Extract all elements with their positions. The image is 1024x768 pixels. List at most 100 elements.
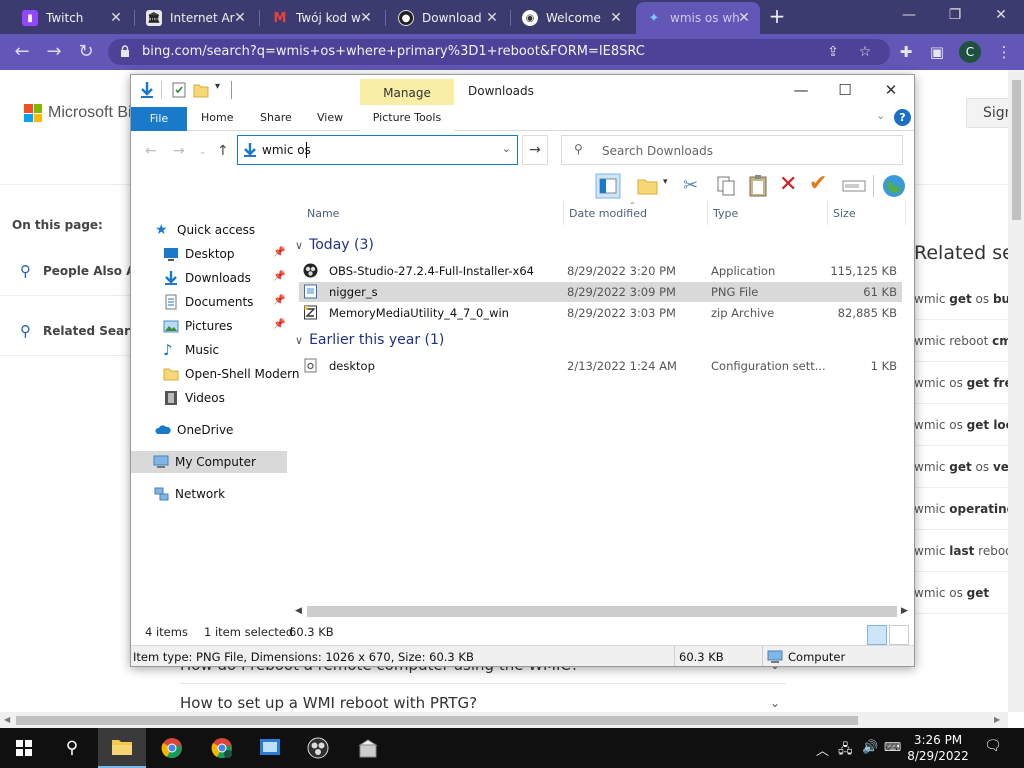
file-list-horizontal-scrollbar[interactable]: ◀ ▶ <box>293 603 913 619</box>
minimize-button[interactable]: — <box>781 79 821 101</box>
taskbar-app[interactable] <box>246 728 294 768</box>
tab-file[interactable]: File <box>131 107 187 131</box>
pin-icon[interactable]: 📌 <box>273 247 285 258</box>
table-row[interactable]: desktop 2/13/2022 1:24 AM Configuration … <box>299 356 902 376</box>
close-icon[interactable]: ✕ <box>484 10 500 26</box>
side-panel-icon[interactable]: ▣ <box>927 42 947 62</box>
explorer-address-input[interactable]: wmic os ⌄ <box>237 135 518 165</box>
scroll-thumb[interactable] <box>307 606 897 617</box>
taskbar-obs[interactable] <box>294 728 342 768</box>
copy-icon[interactable] <box>713 173 739 199</box>
chevron-down-icon[interactable]: ⌄ <box>876 109 885 122</box>
column-separator[interactable] <box>905 201 906 225</box>
extensions-puzzle-icon[interactable]: ✚ <box>896 42 916 62</box>
browser-tab-bing-active[interactable]: ✦ wmis os wh ✕ <box>636 2 760 34</box>
manage-tab[interactable]: Manage <box>360 79 454 107</box>
close-icon[interactable]: ✕ <box>608 10 624 26</box>
scroll-right-arrow-icon[interactable]: ▶ <box>994 715 1000 724</box>
paste-icon[interactable] <box>745 173 771 199</box>
tab-share[interactable]: Share <box>260 105 292 131</box>
nav-item-desktop[interactable]: Desktop 📌 <box>131 243 287 265</box>
show-hidden-icons[interactable]: ︿ <box>816 740 829 759</box>
side-link-related-searches[interactable]: ⚲ Related Searches <box>0 306 161 356</box>
pin-icon[interactable]: 📌 <box>273 319 285 330</box>
chevron-down-icon[interactable]: ⌄ <box>502 142 511 155</box>
taskbar-file-explorer[interactable] <box>98 728 146 768</box>
scroll-thumb[interactable] <box>16 716 858 725</box>
browser-tab-welcome[interactable]: ◉ Welcome ✕ <box>512 2 632 34</box>
large-icons-view-icon[interactable] <box>889 625 909 645</box>
minimize-button[interactable]: — <box>886 0 932 30</box>
scroll-left-arrow-icon[interactable]: ◀ <box>4 715 10 724</box>
network-icon[interactable]: 🖧 <box>838 740 853 762</box>
page-vertical-scrollbar[interactable] <box>1008 70 1024 712</box>
new-folder-icon[interactable] <box>193 81 209 99</box>
new-folder-icon[interactable] <box>635 173 661 199</box>
volume-icon[interactable]: 🔊 <box>862 740 878 755</box>
bookmark-star-icon[interactable]: ☆ <box>856 43 874 61</box>
table-row[interactable]: nigger_s 8/29/2022 3:09 PM PNG File 61 K… <box>299 282 902 302</box>
page-horizontal-scrollbar[interactable]: ◀ ▶ <box>0 712 1008 728</box>
scroll-thumb[interactable] <box>1012 80 1021 220</box>
nav-item-network[interactable]: Network <box>131 483 287 505</box>
checkmark-icon[interactable]: ✔ <box>809 171 835 197</box>
forward-button[interactable]: → <box>42 40 66 64</box>
download-arrow-icon[interactable] <box>139 81 155 99</box>
forward-button[interactable]: → <box>173 143 185 159</box>
close-window-button[interactable]: ✕ <box>978 0 1024 30</box>
taskbar-search-button[interactable]: ⚲ <box>48 728 96 768</box>
customize-toolbar-icon[interactable]: ▾ <box>215 81 220 92</box>
nav-item-music[interactable]: ♪ Music <box>131 339 287 361</box>
delete-icon[interactable]: ✕ <box>779 172 805 198</box>
table-row[interactable]: OBS-Studio-27.2.4-Full-Installer-x64 8/2… <box>299 261 902 281</box>
browser-tab-download[interactable]: ● Download ✕ <box>388 2 508 34</box>
column-separator[interactable] <box>707 201 708 225</box>
go-button[interactable]: → <box>522 135 548 165</box>
pin-icon[interactable]: 📌 <box>273 295 285 306</box>
side-link-people-also-ask[interactable]: ⚲ People Also Ask <box>0 246 151 296</box>
nav-item-onedrive[interactable]: OneDrive <box>131 419 287 441</box>
close-icon[interactable]: ✕ <box>232 10 248 26</box>
tab-picture-tools[interactable]: Picture Tools <box>360 105 454 131</box>
column-header-name[interactable]: Name <box>307 207 339 220</box>
column-header-size[interactable]: Size <box>833 207 856 220</box>
taskbar-chrome-profile[interactable] <box>198 728 246 768</box>
browser-tab-gmail[interactable]: M Twój kod w ✕ <box>262 2 382 34</box>
start-button[interactable] <box>0 728 48 768</box>
properties-icon[interactable] <box>171 81 187 99</box>
close-window-button[interactable]: ✕ <box>871 79 911 101</box>
taskbar-clock[interactable]: 3:26 PM 8/29/2022 <box>904 732 972 764</box>
close-icon[interactable]: ✕ <box>736 10 752 26</box>
pin-icon[interactable]: 📌 <box>273 271 285 282</box>
rename-icon[interactable] <box>841 173 867 199</box>
scroll-left-arrow-icon[interactable]: ◀ <box>295 606 302 616</box>
taskbar-installer[interactable] <box>344 728 392 768</box>
globe-icon[interactable] <box>881 173 907 199</box>
share-icon[interactable]: ⇪ <box>824 43 842 61</box>
menu-kebab-icon[interactable]: ⋮ <box>994 42 1014 62</box>
details-view-icon[interactable] <box>867 625 887 645</box>
column-header-date[interactable]: Date modified <box>569 207 647 220</box>
nav-item-documents[interactable]: Documents 📌 <box>131 291 287 313</box>
close-icon[interactable]: ✕ <box>358 10 374 26</box>
keyboard-language-icon[interactable]: ⌨ <box>884 740 901 754</box>
recent-locations-icon[interactable]: ⌄ <box>199 147 207 157</box>
notification-icon[interactable]: 🗨 <box>984 738 1002 756</box>
reload-button[interactable]: ↻ <box>74 40 98 64</box>
browser-tab-internet-archive[interactable]: 🏛 Internet Ar ✕ <box>136 2 256 34</box>
nav-item-quick-access[interactable]: ★ Quick access <box>131 219 287 241</box>
cut-icon[interactable]: ✂ <box>683 175 709 201</box>
close-icon[interactable]: ✕ <box>108 10 124 26</box>
scroll-right-arrow-icon[interactable]: ▶ <box>901 606 908 616</box>
back-button[interactable]: ← <box>10 40 34 64</box>
tab-view[interactable]: View <box>317 105 343 131</box>
up-button[interactable]: ↑ <box>217 143 229 159</box>
profile-avatar[interactable]: C <box>959 41 981 63</box>
nav-item-open-shell[interactable]: Open-Shell Modern <box>131 363 300 385</box>
column-header-type[interactable]: Type <box>713 207 738 220</box>
search-downloads-input[interactable]: ⚲ Search Downloads <box>561 135 903 165</box>
group-header-today[interactable]: ∨ Today (3) <box>295 237 374 253</box>
tab-home[interactable]: Home <box>201 105 233 131</box>
nav-item-pictures[interactable]: Pictures 📌 <box>131 315 287 337</box>
restore-button[interactable]: ❐ <box>932 0 978 30</box>
